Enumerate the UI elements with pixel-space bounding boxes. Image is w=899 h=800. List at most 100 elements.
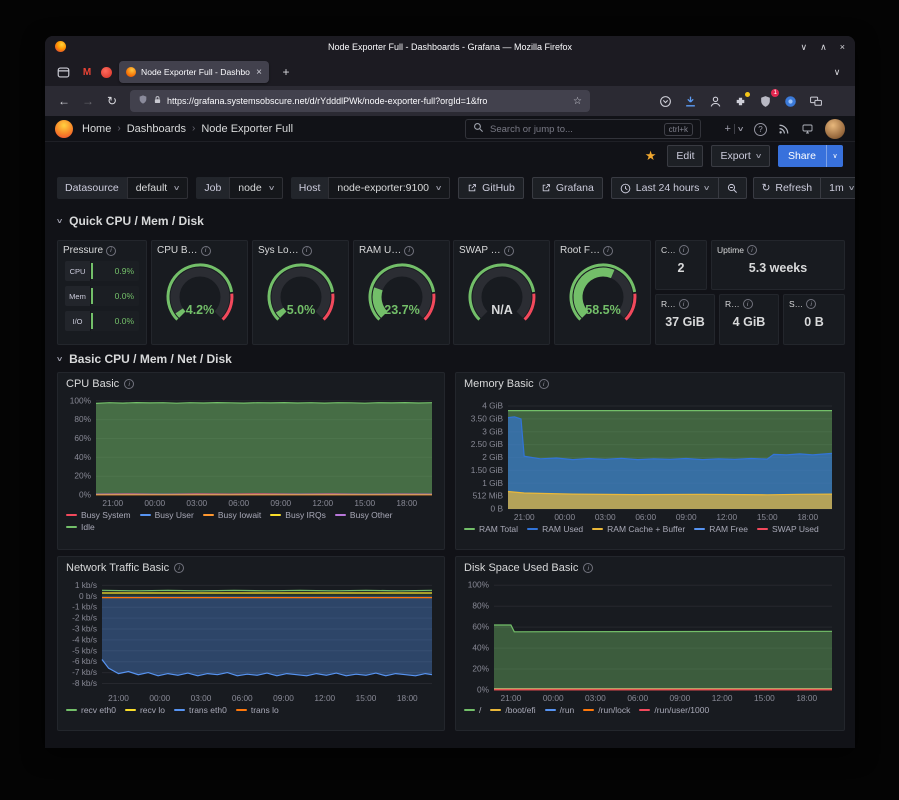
devices-icon[interactable] bbox=[807, 93, 824, 110]
info-icon[interactable]: i bbox=[679, 299, 689, 309]
network-traffic-chart[interactable]: 1 kb/s0 b/s-1 kb/s-2 kb/s-3 kb/s-4 kb/s-… bbox=[64, 576, 438, 703]
panel-title[interactable]: CPU B… bbox=[157, 245, 198, 256]
panel-title[interactable]: Memory Basic bbox=[464, 378, 534, 390]
close-window-button[interactable]: × bbox=[840, 42, 845, 52]
panel-title[interactable]: C… bbox=[661, 245, 676, 255]
job-select[interactable]: node∨ bbox=[229, 177, 282, 199]
legend-item[interactable]: RAM Cache + Buffer bbox=[592, 523, 685, 535]
url-text[interactable]: https://grafana.systemsobscure.net/d/rYd… bbox=[167, 96, 568, 106]
container-icon[interactable] bbox=[782, 93, 799, 110]
downloads-icon[interactable] bbox=[682, 93, 699, 110]
info-icon[interactable]: i bbox=[743, 299, 753, 309]
section-quick[interactable]: ∨ Quick CPU / Mem / Disk bbox=[57, 214, 204, 228]
panel-title[interactable]: Network Traffic Basic bbox=[66, 562, 169, 574]
panel-title[interactable]: R… bbox=[661, 299, 676, 309]
legend-item[interactable]: / bbox=[464, 704, 481, 716]
account-icon[interactable] bbox=[707, 93, 724, 110]
reload-button[interactable]: ↻ bbox=[101, 90, 123, 112]
edit-button[interactable]: Edit bbox=[667, 145, 703, 167]
memory-basic-chart[interactable]: 0 B512 MiB1 GiB1.50 GiB2 GiB2.50 GiB3 Gi… bbox=[462, 392, 838, 522]
breadcrumb-home[interactable]: Home bbox=[82, 123, 111, 135]
panel-title[interactable]: CPU Basic bbox=[66, 378, 119, 390]
legend-item[interactable]: RAM Used bbox=[527, 523, 583, 535]
info-icon[interactable]: i bbox=[806, 299, 816, 309]
menu-icon[interactable] bbox=[832, 97, 845, 106]
info-icon[interactable]: i bbox=[201, 246, 211, 256]
share-dropdown-button[interactable]: ∨ bbox=[826, 145, 843, 167]
help-icon[interactable]: ? bbox=[754, 123, 767, 136]
refresh-interval-dropdown[interactable]: 1m ∨ bbox=[820, 177, 855, 199]
maximize-button[interactable]: ∧ bbox=[820, 42, 827, 53]
panel-title[interactable]: R… bbox=[725, 299, 740, 309]
legend-item[interactable]: Idle bbox=[66, 521, 95, 533]
panel-title[interactable]: Uptime bbox=[717, 245, 744, 255]
swap-used-gauge[interactable]: N/A bbox=[454, 258, 549, 332]
legend-item[interactable]: /boot/efi bbox=[490, 704, 535, 716]
grafana-logo[interactable] bbox=[55, 120, 73, 138]
cpu-basic-chart[interactable]: 0%20%40%60%80%100%21:0000:0003:0006:0009… bbox=[64, 392, 438, 508]
list-all-tabs-button[interactable]: ∨ bbox=[827, 62, 847, 82]
time-range-picker[interactable]: Last 24 hours ∨ bbox=[611, 177, 718, 199]
info-icon[interactable]: i bbox=[539, 379, 549, 389]
export-button[interactable]: Export∨ bbox=[711, 145, 769, 167]
info-icon[interactable]: i bbox=[124, 379, 134, 389]
legend-item[interactable]: trans eth0 bbox=[174, 704, 227, 716]
search-input[interactable]: Search or jump to... ctrl+k bbox=[465, 119, 701, 139]
extensions-icon[interactable] bbox=[732, 93, 749, 110]
new-tab-button[interactable]: + bbox=[276, 62, 296, 82]
panel-title[interactable]: Pressure bbox=[63, 245, 103, 256]
ram-used-gauge[interactable]: 23.7% bbox=[354, 258, 449, 332]
url-bar[interactable]: https://grafana.systemsobscure.net/d/rYd… bbox=[130, 90, 590, 112]
info-icon[interactable]: i bbox=[603, 246, 613, 256]
info-icon[interactable]: i bbox=[404, 246, 414, 256]
legend-item[interactable]: Busy System bbox=[66, 509, 131, 521]
share-button[interactable]: Share bbox=[778, 145, 826, 167]
info-icon[interactable]: i bbox=[504, 246, 514, 256]
host-select[interactable]: node-exporter:9100∨ bbox=[328, 177, 450, 199]
user-avatar[interactable] bbox=[825, 119, 845, 139]
panel-title[interactable]: Sys Lo… bbox=[258, 245, 299, 256]
adblock-shield-icon[interactable]: 1 bbox=[757, 93, 774, 110]
firefox-view-icon[interactable] bbox=[53, 62, 73, 82]
tab-close-button[interactable]: × bbox=[256, 67, 262, 78]
forward-button[interactable]: → bbox=[77, 90, 99, 112]
info-icon[interactable]: i bbox=[174, 563, 184, 573]
panel-title[interactable]: SWAP … bbox=[459, 245, 501, 256]
panel-title[interactable]: S… bbox=[789, 299, 803, 309]
info-icon[interactable]: i bbox=[302, 246, 312, 256]
titlebar[interactable]: Node Exporter Full - Dashboards - Grafan… bbox=[45, 36, 855, 58]
github-link-button[interactable]: GitHub bbox=[458, 177, 524, 199]
sys-load-gauge[interactable]: 5.0% bbox=[253, 258, 348, 332]
info-icon[interactable]: i bbox=[106, 246, 116, 256]
pocket-icon[interactable] bbox=[657, 93, 674, 110]
disk-space-chart[interactable]: 0%20%40%60%80%100%21:0000:0003:0006:0009… bbox=[462, 576, 838, 703]
legend-item[interactable]: Busy IRQs bbox=[270, 509, 326, 521]
legend-item[interactable]: trans lo bbox=[236, 704, 279, 716]
legend-item[interactable]: Busy Other bbox=[335, 509, 393, 521]
lock-icon[interactable] bbox=[153, 92, 162, 110]
legend-item[interactable]: /run bbox=[545, 704, 575, 716]
legend-item[interactable]: /run/lock bbox=[583, 704, 630, 716]
legend-item[interactable]: Busy User bbox=[140, 509, 194, 521]
legend-item[interactable]: RAM Free bbox=[694, 523, 748, 535]
red-pinned-tab-icon[interactable] bbox=[101, 67, 112, 78]
panel-title[interactable]: Disk Space Used Basic bbox=[464, 562, 578, 574]
legend-item[interactable]: recv eth0 bbox=[66, 704, 116, 716]
add-new-button[interactable]: + ∨ bbox=[724, 123, 743, 135]
bookmark-star-icon[interactable]: ☆ bbox=[573, 96, 582, 107]
info-icon[interactable]: i bbox=[747, 245, 757, 255]
monitor-icon[interactable] bbox=[801, 123, 814, 135]
legend-item[interactable]: /run/user/1000 bbox=[639, 704, 709, 716]
section-basic[interactable]: ∨ Basic CPU / Mem / Net / Disk bbox=[57, 352, 232, 366]
info-icon[interactable]: i bbox=[583, 563, 593, 573]
minimize-button[interactable]: ∨ bbox=[801, 42, 808, 53]
back-button[interactable]: ← bbox=[53, 90, 75, 112]
favorite-star-icon[interactable]: ★ bbox=[645, 148, 657, 164]
gmail-pinned-tab-icon[interactable]: M bbox=[80, 67, 94, 78]
legend-item[interactable]: SWAP Used bbox=[757, 523, 819, 535]
datasource-select[interactable]: default∨ bbox=[127, 177, 189, 199]
root-fs-gauge[interactable]: 58.5% bbox=[555, 258, 650, 332]
news-icon[interactable] bbox=[778, 123, 790, 135]
grafana-link-button[interactable]: Grafana bbox=[532, 177, 603, 199]
refresh-button[interactable]: ↻ Refresh bbox=[753, 177, 821, 199]
